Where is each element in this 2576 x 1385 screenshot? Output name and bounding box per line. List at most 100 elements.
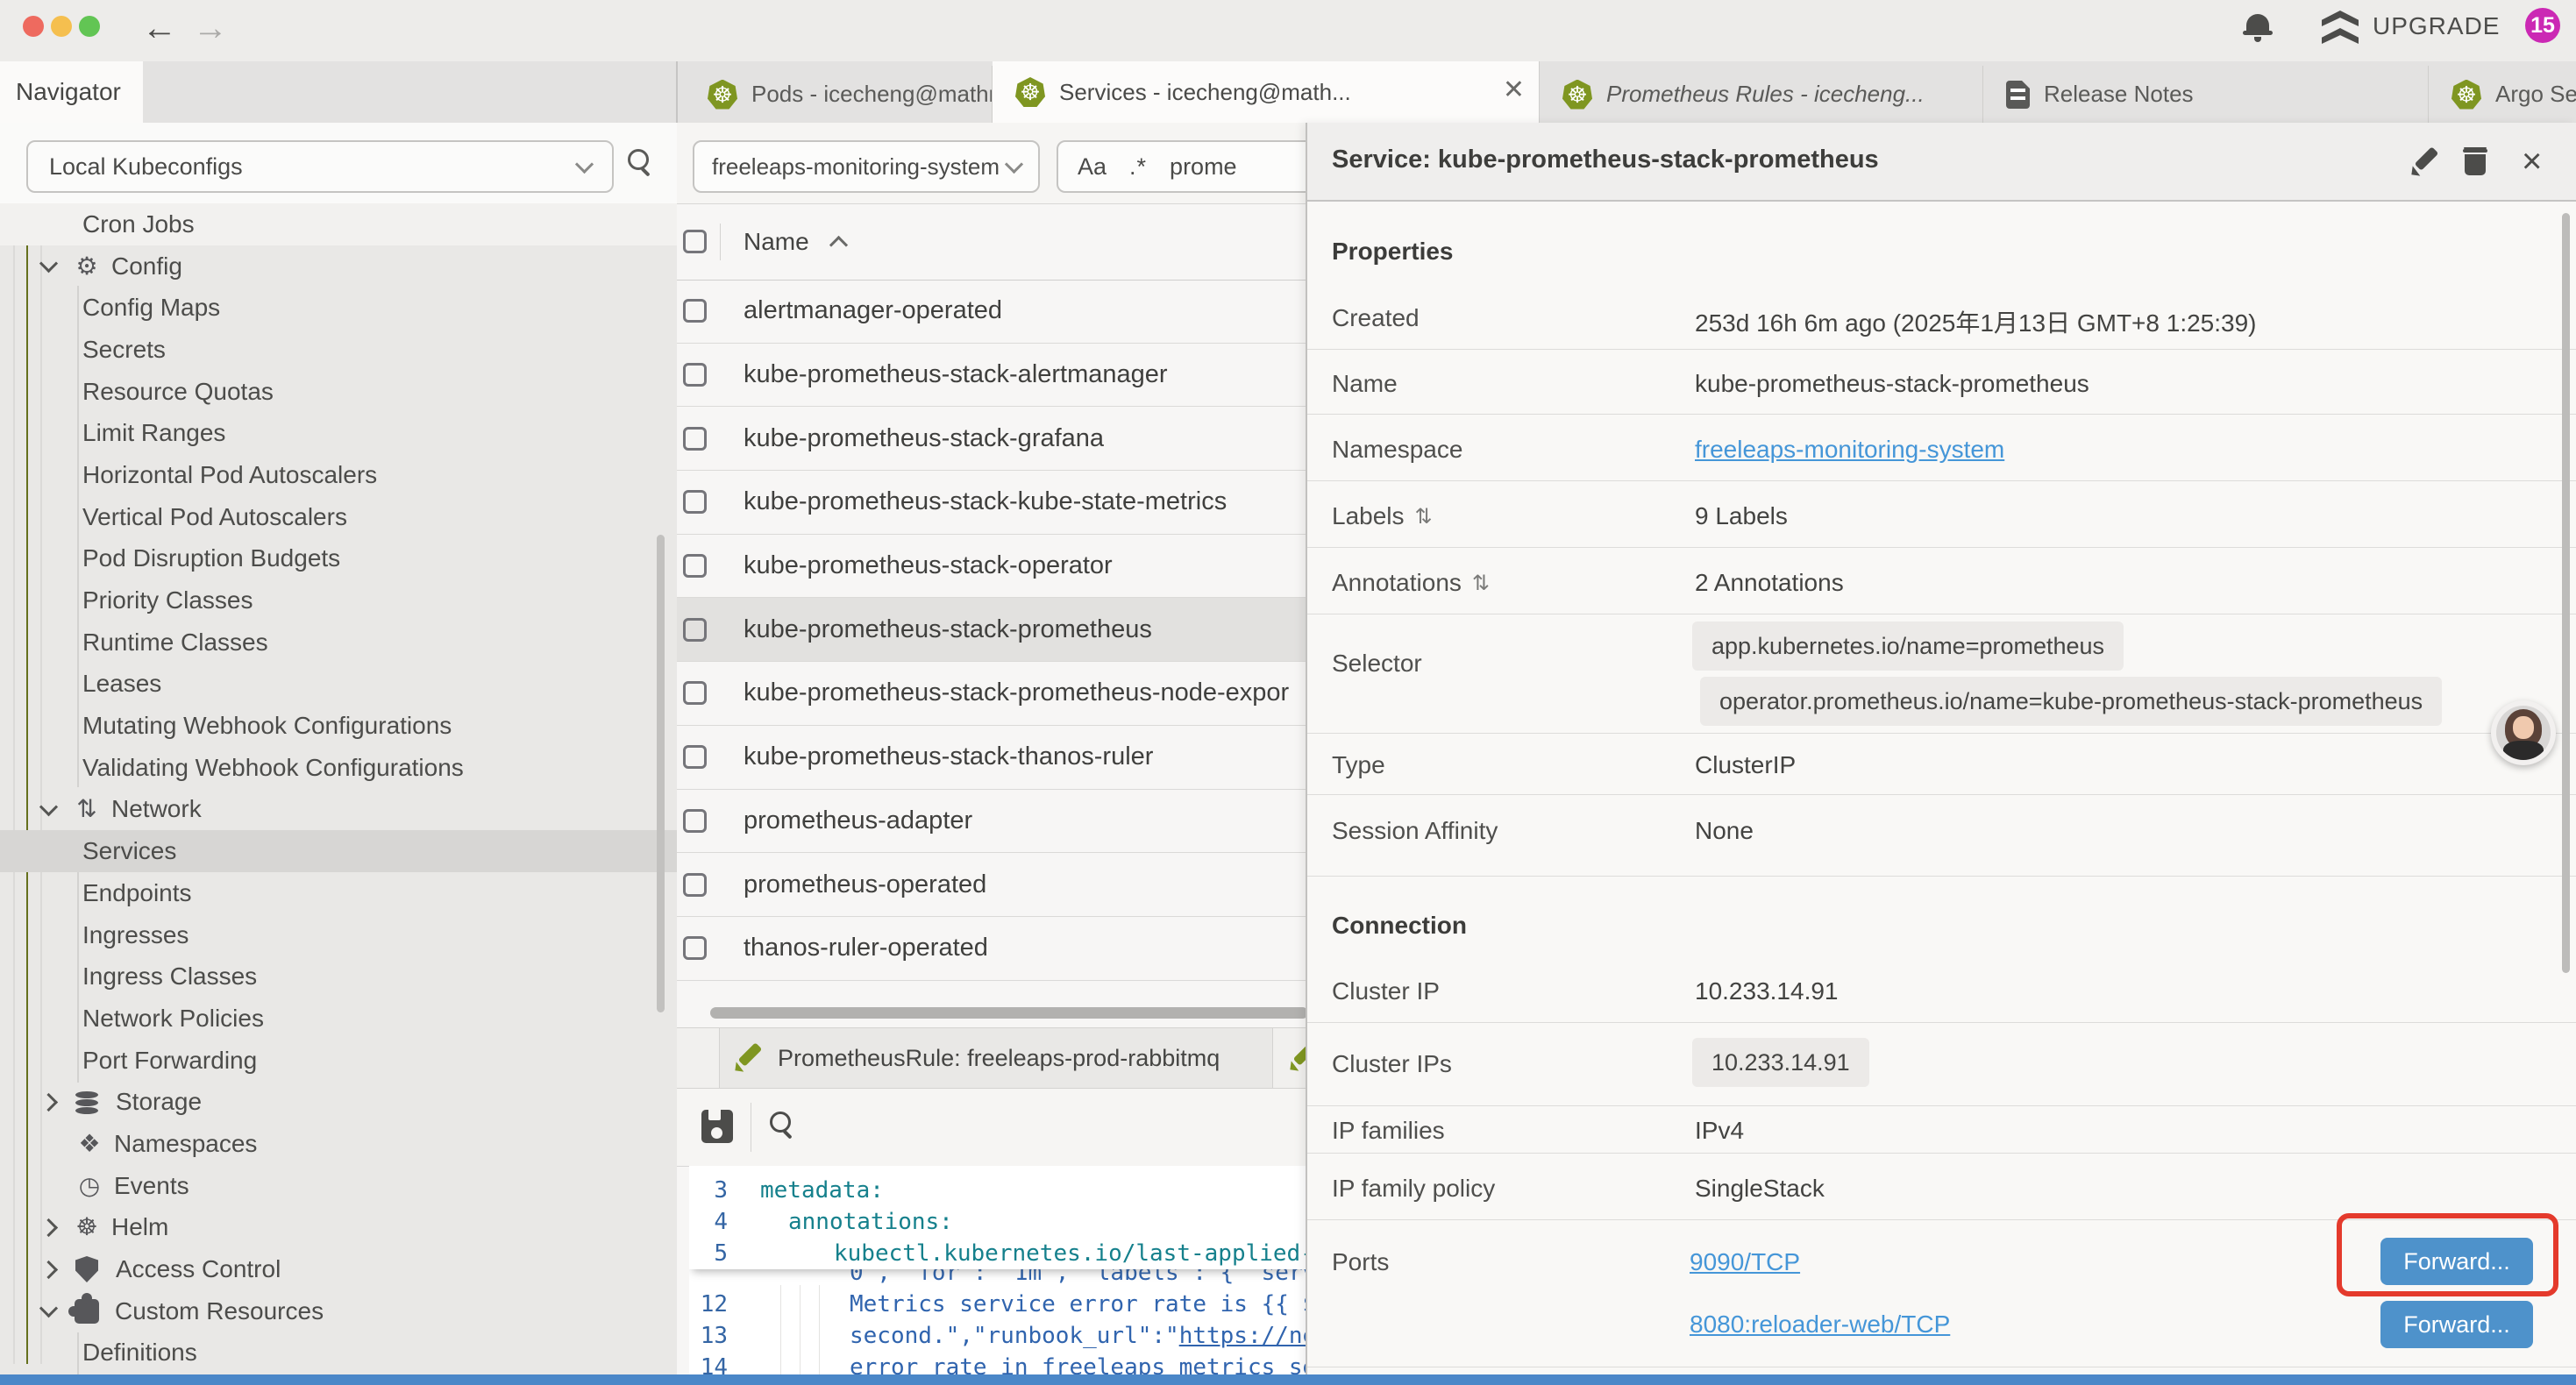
drawer-scrollbar[interactable] <box>2562 213 2570 973</box>
navigator-panel-tab[interactable]: Navigator <box>0 61 143 123</box>
name-column-header[interactable]: Name <box>744 228 809 256</box>
table-row[interactable]: thanos-ruler-operated <box>677 917 1333 981</box>
column-divider <box>720 224 721 260</box>
sidebar-item-ingresses[interactable]: Ingresses <box>0 914 677 956</box>
sidebar-item-runtime-classes[interactable]: Runtime Classes <box>0 621 677 664</box>
maximize-window-button[interactable] <box>79 16 100 37</box>
sidebar-item-horizontal-pod-autoscalers[interactable]: Horizontal Pod Autoscalers <box>0 454 677 496</box>
namespace-filter-dropdown[interactable]: freeleaps-monitoring-system <box>693 140 1040 193</box>
upgrade-chevron-icon[interactable] <box>2322 28 2359 44</box>
table-row[interactable]: kube-prometheus-stack-thanos-ruler <box>677 726 1333 790</box>
table-row[interactable]: alertmanager-operated <box>677 280 1333 344</box>
row-checkbox[interactable] <box>683 936 707 960</box>
sidebar-item-resource-quotas[interactable]: Resource Quotas <box>0 371 677 413</box>
notification-count-badge[interactable]: 15 <box>2525 8 2560 43</box>
namespace-link[interactable]: freeleaps-monitoring-system <box>1695 436 2004 464</box>
sidebar-item-endpoints[interactable]: Endpoints <box>0 872 677 914</box>
sidebar-group-storage[interactable]: Storage <box>0 1081 677 1123</box>
port-link[interactable]: 9090/TCP <box>1690 1248 1800 1276</box>
minimize-window-button[interactable] <box>51 16 72 37</box>
sidebar-item-namespaces[interactable]: ❖ Namespaces <box>0 1123 677 1165</box>
table-row[interactable]: kube-prometheus-stack-kube-state-metrics <box>677 471 1333 535</box>
tab-prometheus-rules[interactable]: ☸ Prometheus Rules - icecheng... <box>1540 66 1983 123</box>
sidebar-item-secrets[interactable]: Secrets <box>0 329 677 371</box>
sidebar-group-helm[interactable]: ☸ Helm <box>0 1207 677 1249</box>
match-case-toggle[interactable]: Aa <box>1078 153 1107 181</box>
sidebar-item-events[interactable]: ◷ Events <box>0 1165 677 1207</box>
sidebar-item-cron-jobs[interactable]: Cron Jobs <box>0 203 677 245</box>
services-search-input[interactable]: Aa .* prome <box>1057 140 1328 193</box>
table-row[interactable]: prometheus-operated <box>677 853 1333 917</box>
row-checkbox[interactable] <box>683 554 707 578</box>
indent-guide <box>800 1285 801 1374</box>
close-icon[interactable]: × <box>2522 144 2542 179</box>
gear-icon: ⚙ <box>71 251 103 282</box>
row-checkbox[interactable] <box>683 427 707 451</box>
regex-toggle[interactable]: .* <box>1129 153 1147 181</box>
sort-ascending-icon[interactable] <box>829 236 848 254</box>
sidebar-item-leases[interactable]: Leases <box>0 664 677 706</box>
forward-button[interactable]: Forward... <box>2380 1301 2533 1348</box>
sidebar-item-mutating-webhook-configurations[interactable]: Mutating Webhook Configurations <box>0 705 677 747</box>
sidebar-group-custom-resources[interactable]: Custom Resources <box>0 1290 677 1332</box>
sidebar-item-priority-classes[interactable]: Priority Classes <box>0 579 677 621</box>
row-checkbox[interactable] <box>683 745 707 769</box>
table-row[interactable]: kube-prometheus-stack-alertmanager <box>677 344 1333 408</box>
save-icon[interactable] <box>701 1110 733 1143</box>
close-window-button[interactable] <box>23 16 44 37</box>
editor-search-icon[interactable] <box>770 1112 791 1133</box>
expand-sort-icon[interactable]: ⇅ <box>1415 504 1433 529</box>
sidebar-item-vertical-pod-autoscalers[interactable]: Vertical Pod Autoscalers <box>0 496 677 538</box>
sidebar-item-definitions[interactable]: Definitions <box>0 1332 677 1374</box>
services-controls: freeleaps-monitoring-system Aa .* prome <box>677 123 1333 204</box>
row-checkbox[interactable] <box>683 363 707 387</box>
back-arrow-icon[interactable]: ← <box>142 9 177 47</box>
sidebar-item-config-maps[interactable]: Config Maps <box>0 287 677 329</box>
sidebar-item-services[interactable]: Services <box>0 830 677 872</box>
sidebar-group-access-control[interactable]: Access Control <box>0 1248 677 1290</box>
horizontal-scrollbar[interactable] <box>710 1007 1308 1019</box>
sidebar-item-ingress-classes[interactable]: Ingress Classes <box>0 955 677 998</box>
row-checkbox[interactable] <box>683 618 707 642</box>
property-row-selector: Selector app.kubernetes.io/name=promethe… <box>1307 614 2576 734</box>
upgrade-button[interactable]: UPGRADE <box>2373 12 2500 40</box>
sidebar-scrollbar[interactable] <box>657 535 665 1012</box>
table-row[interactable]: kube-prometheus-stack-grafana <box>677 407 1333 471</box>
user-avatar[interactable] <box>2491 700 2556 765</box>
row-checkbox[interactable] <box>683 681 707 705</box>
notifications-bell-icon[interactable] <box>2246 14 2269 35</box>
row-checkbox[interactable] <box>683 490 707 514</box>
tab-release-notes[interactable]: Release Notes <box>1983 66 2429 123</box>
connection-row-cluster-ip: Cluster IP 10.233.14.91 <box>1307 957 2576 1023</box>
tab-pods[interactable]: ☸ Pods - icecheng@mathmas... <box>685 66 993 123</box>
table-row[interactable]: prometheus-adapter <box>677 790 1333 854</box>
kubernetes-icon: ☸ <box>708 80 737 110</box>
tab-argo[interactable]: ☸ Argo Se <box>2429 66 2576 123</box>
close-tab-icon[interactable]: ✕ <box>1503 75 1525 105</box>
sidebar-group-config[interactable]: ⚙ Config <box>0 245 677 288</box>
sidebar-item-limit-ranges[interactable]: Limit Ranges <box>0 412 677 454</box>
editor-tab-prometheusrule[interactable]: PrometheusRule: freeleaps-prod-rabbitmq <box>719 1028 1273 1088</box>
table-row[interactable]: kube-prometheus-stack-operator <box>677 535 1333 599</box>
search-icon[interactable] <box>628 149 649 170</box>
tab-services[interactable]: ☸ Services - icecheng@math... ✕ <box>993 61 1540 123</box>
sidebar-item-pod-disruption-budgets[interactable]: Pod Disruption Budgets <box>0 538 677 580</box>
edit-pencil-icon[interactable] <box>2410 147 2440 177</box>
expand-sort-icon[interactable]: ⇅ <box>1472 571 1490 596</box>
delete-trash-icon[interactable] <box>2463 147 2487 175</box>
row-checkbox[interactable] <box>683 299 707 323</box>
upgrade-chevron-icon[interactable] <box>2322 11 2359 26</box>
sidebar-item-port-forwarding[interactable]: Port Forwarding <box>0 1040 677 1082</box>
forward-arrow-icon[interactable]: → <box>193 9 228 47</box>
sidebar-item-validating-webhook-configurations[interactable]: Validating Webhook Configurations <box>0 747 677 789</box>
table-row[interactable]: kube-prometheus-stack-prometheus-node-ex… <box>677 662 1333 726</box>
row-checkbox[interactable] <box>683 809 707 833</box>
sidebar-group-network[interactable]: ⇅ Network <box>0 789 677 831</box>
kubeconfig-selector[interactable]: Local Kubeconfigs <box>26 140 614 193</box>
table-row-selected[interactable]: kube-prometheus-stack-prometheus <box>677 598 1333 662</box>
sidebar-item-network-policies[interactable]: Network Policies <box>0 998 677 1040</box>
yaml-editor[interactable]: 3metadata: 4annotations: 5kubectl.kubern… <box>689 1166 1306 1374</box>
select-all-checkbox[interactable] <box>683 230 707 253</box>
port-link[interactable]: 8080:reloader-web/TCP <box>1690 1310 1950 1339</box>
row-checkbox[interactable] <box>683 873 707 897</box>
